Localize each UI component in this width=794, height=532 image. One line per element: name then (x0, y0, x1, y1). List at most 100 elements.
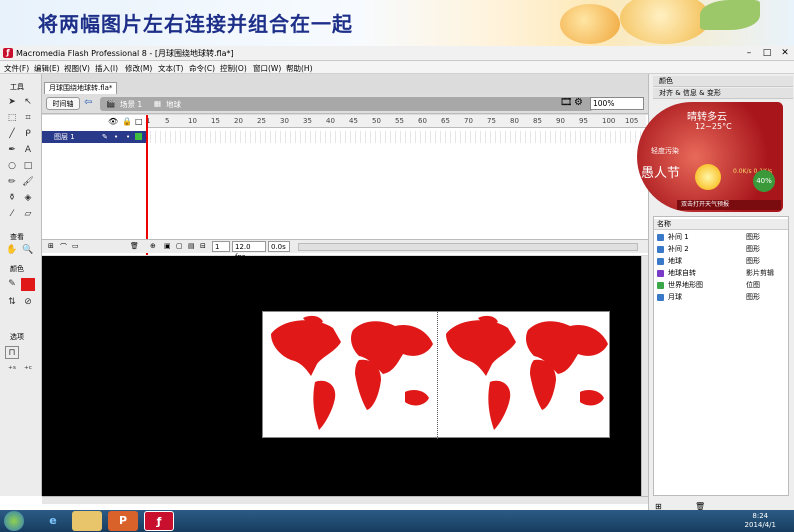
no-color-icon[interactable]: ⊘ (21, 296, 35, 309)
outline-icon[interactable]: □ (135, 117, 143, 126)
ruler-label: 35 (303, 117, 312, 125)
subselect-tool-icon[interactable]: ↖ (21, 96, 35, 109)
list-item[interactable]: 地球 图形 (654, 256, 788, 267)
center-frame-icon[interactable]: ⊕ (150, 242, 156, 250)
frame-ruler[interactable]: 1 5 10 15 20 25 30 35 40 45 50 55 60 65 … (146, 115, 646, 128)
timeline-status-bar: ⊞ ⌒ ▭ 🗑 ⊕ ▣ ▢ ▤ ⊟ 1 12.0 fps 0.0s (42, 239, 648, 261)
playhead[interactable] (146, 115, 148, 255)
menu-text[interactable]: 文本(T) (158, 63, 183, 74)
list-item[interactable]: 月球 图形 (654, 292, 788, 303)
oval-tool-icon[interactable]: ○ (5, 160, 19, 173)
align-panel-header[interactable]: 对齐 & 信息 & 变形 (653, 88, 793, 99)
edit-multiple-icon[interactable]: ▤ (188, 242, 195, 250)
fill-transform-icon[interactable]: ⌗ (21, 112, 35, 125)
layer-visible-dot[interactable]: • (114, 131, 118, 143)
layer-outline-swatch[interactable] (135, 133, 142, 140)
delete-layer-icon[interactable]: 🗑 (130, 242, 139, 250)
menu-edit[interactable]: 编辑(E) (34, 63, 60, 74)
weather-widget[interactable]: 晴转多云 12~25°C 轻度污染 愚人节 0.0K/s 0.1K/s 40% … (637, 102, 783, 212)
world-map-images[interactable] (262, 311, 611, 439)
timeline-toggle-button[interactable]: 时间轴 (46, 97, 80, 110)
menu-help[interactable]: 帮助(H) (286, 63, 313, 74)
color-panel-header[interactable]: 颜色 (653, 76, 793, 87)
brush-tool-icon[interactable]: 🖌 (21, 176, 35, 189)
menu-commands[interactable]: 命令(C) (189, 63, 215, 74)
library-list: 名称 补间 1 图形 补间 2 图形 地球 图形 地球自转 影片剪辑 世界地形图… (653, 216, 789, 496)
onion-markers-icon[interactable]: ⊟ (200, 242, 206, 250)
powerpoint-icon[interactable]: P (108, 511, 138, 531)
add-guide-icon[interactable]: ⌒ (60, 242, 67, 252)
edit-symbol-icon[interactable]: ⚙ (574, 97, 583, 108)
list-item[interactable]: 地球自转 影片剪辑 (654, 268, 788, 279)
ruler-label: 90 (556, 117, 565, 125)
weather-forecast-link[interactable]: 双击打开天气预报 (677, 200, 781, 210)
stage-hscroll[interactable] (42, 496, 648, 504)
ink-bottle-icon[interactable]: ⚱ (5, 192, 19, 205)
straighten-icon[interactable]: ⁺ᶜ (21, 364, 35, 377)
add-folder-icon[interactable]: ▭ (72, 242, 79, 250)
graphic-symbol-icon (657, 246, 664, 253)
close-button[interactable]: ✕ (776, 47, 794, 59)
flash-taskbar-icon[interactable]: ƒ (144, 511, 174, 531)
layer-row[interactable]: 图层 1 ✎ • • (42, 131, 146, 143)
frame-rate[interactable]: 12.0 fps (232, 241, 266, 261)
snap-magnet-icon[interactable]: ⊓ (5, 346, 19, 359)
frame-track[interactable] (146, 131, 646, 143)
lock-icon[interactable]: 🔒 (122, 117, 132, 126)
zoom-select[interactable]: 100% (590, 97, 644, 110)
pencil-tool-icon[interactable]: ✏ (5, 176, 19, 189)
breadcrumb-scene[interactable]: 场景 1 (120, 99, 142, 110)
arrow-tool-icon[interactable]: ➤ (5, 96, 19, 109)
library-name-header[interactable]: 名称 (657, 219, 671, 230)
paint-bucket-icon[interactable]: ◈ (21, 192, 35, 205)
menu-window[interactable]: 窗口(W) (253, 63, 281, 74)
line-tool-icon[interactable]: ╱ (5, 128, 19, 141)
transform-tool-icon[interactable]: ⬚ (5, 112, 19, 125)
eyedropper-icon[interactable]: ⁄ (5, 208, 19, 221)
eraser-tool-icon[interactable]: ▱ (21, 208, 35, 221)
layer-lock-dot[interactable]: • (126, 131, 130, 143)
ie-icon[interactable]: e (38, 511, 68, 531)
eye-icon[interactable]: 👁 (108, 117, 118, 126)
breadcrumb-symbol[interactable]: 地球 (166, 99, 181, 110)
zoom-tool-icon[interactable]: 🔍 (21, 244, 35, 257)
fill-color-swatch[interactable] (21, 278, 35, 291)
document-tab[interactable]: 月球围绕地球转.fla* (44, 82, 118, 94)
edit-scene-icon[interactable]: 🎞 (560, 97, 573, 108)
minimize-button[interactable]: – (740, 47, 758, 59)
smooth-icon[interactable]: ⁺ˢ (5, 364, 19, 377)
menu-modify[interactable]: 修改(M) (125, 63, 152, 74)
system-clock[interactable]: 8:24 2014/4/1 (745, 512, 776, 530)
add-layer-icon[interactable]: ⊞ (48, 242, 54, 250)
pen-tool-icon[interactable]: ✒ (5, 144, 19, 157)
onion-outline-icon[interactable]: ▢ (176, 242, 183, 250)
weather-percent: 40% (753, 170, 775, 192)
back-arrow-icon[interactable]: ⇦ (84, 97, 92, 108)
start-button[interactable] (4, 511, 24, 531)
swap-colors-icon[interactable]: ⇅ (5, 296, 19, 309)
library-item-name: 月球 (668, 293, 682, 301)
menu-insert[interactable]: 插入(I) (95, 63, 118, 74)
menu-file[interactable]: 文件(F) (4, 63, 29, 74)
flash-app-icon: ƒ (3, 48, 13, 58)
restore-button[interactable]: □ (758, 47, 776, 59)
clock-time: 8:24 (752, 512, 769, 520)
onion-skin-icon[interactable]: ▣ (164, 242, 171, 250)
explorer-icon[interactable] (72, 511, 102, 531)
movieclip-icon (657, 270, 664, 277)
timeline-hscroll[interactable] (298, 243, 638, 251)
rect-tool-icon[interactable]: □ (21, 160, 35, 173)
menu-control[interactable]: 控制(O) (220, 63, 247, 74)
ruler-label: 105 (625, 117, 639, 125)
menu-view[interactable]: 视图(V) (64, 63, 90, 74)
library-item-name: 地球 (668, 257, 682, 265)
text-tool-icon[interactable]: A (21, 144, 35, 157)
lasso-tool-icon[interactable]: ᑭ (21, 128, 35, 141)
list-item[interactable]: 世界地形图 位图 (654, 280, 788, 291)
list-item[interactable]: 补间 2 图形 (654, 244, 788, 255)
hand-tool-icon[interactable]: ✋ (5, 244, 19, 257)
list-item[interactable]: 补间 1 图形 (654, 232, 788, 243)
world-map-right[interactable] (438, 312, 611, 439)
stage-vscroll[interactable] (641, 256, 648, 496)
stroke-color-icon[interactable]: ✎ (5, 278, 19, 291)
